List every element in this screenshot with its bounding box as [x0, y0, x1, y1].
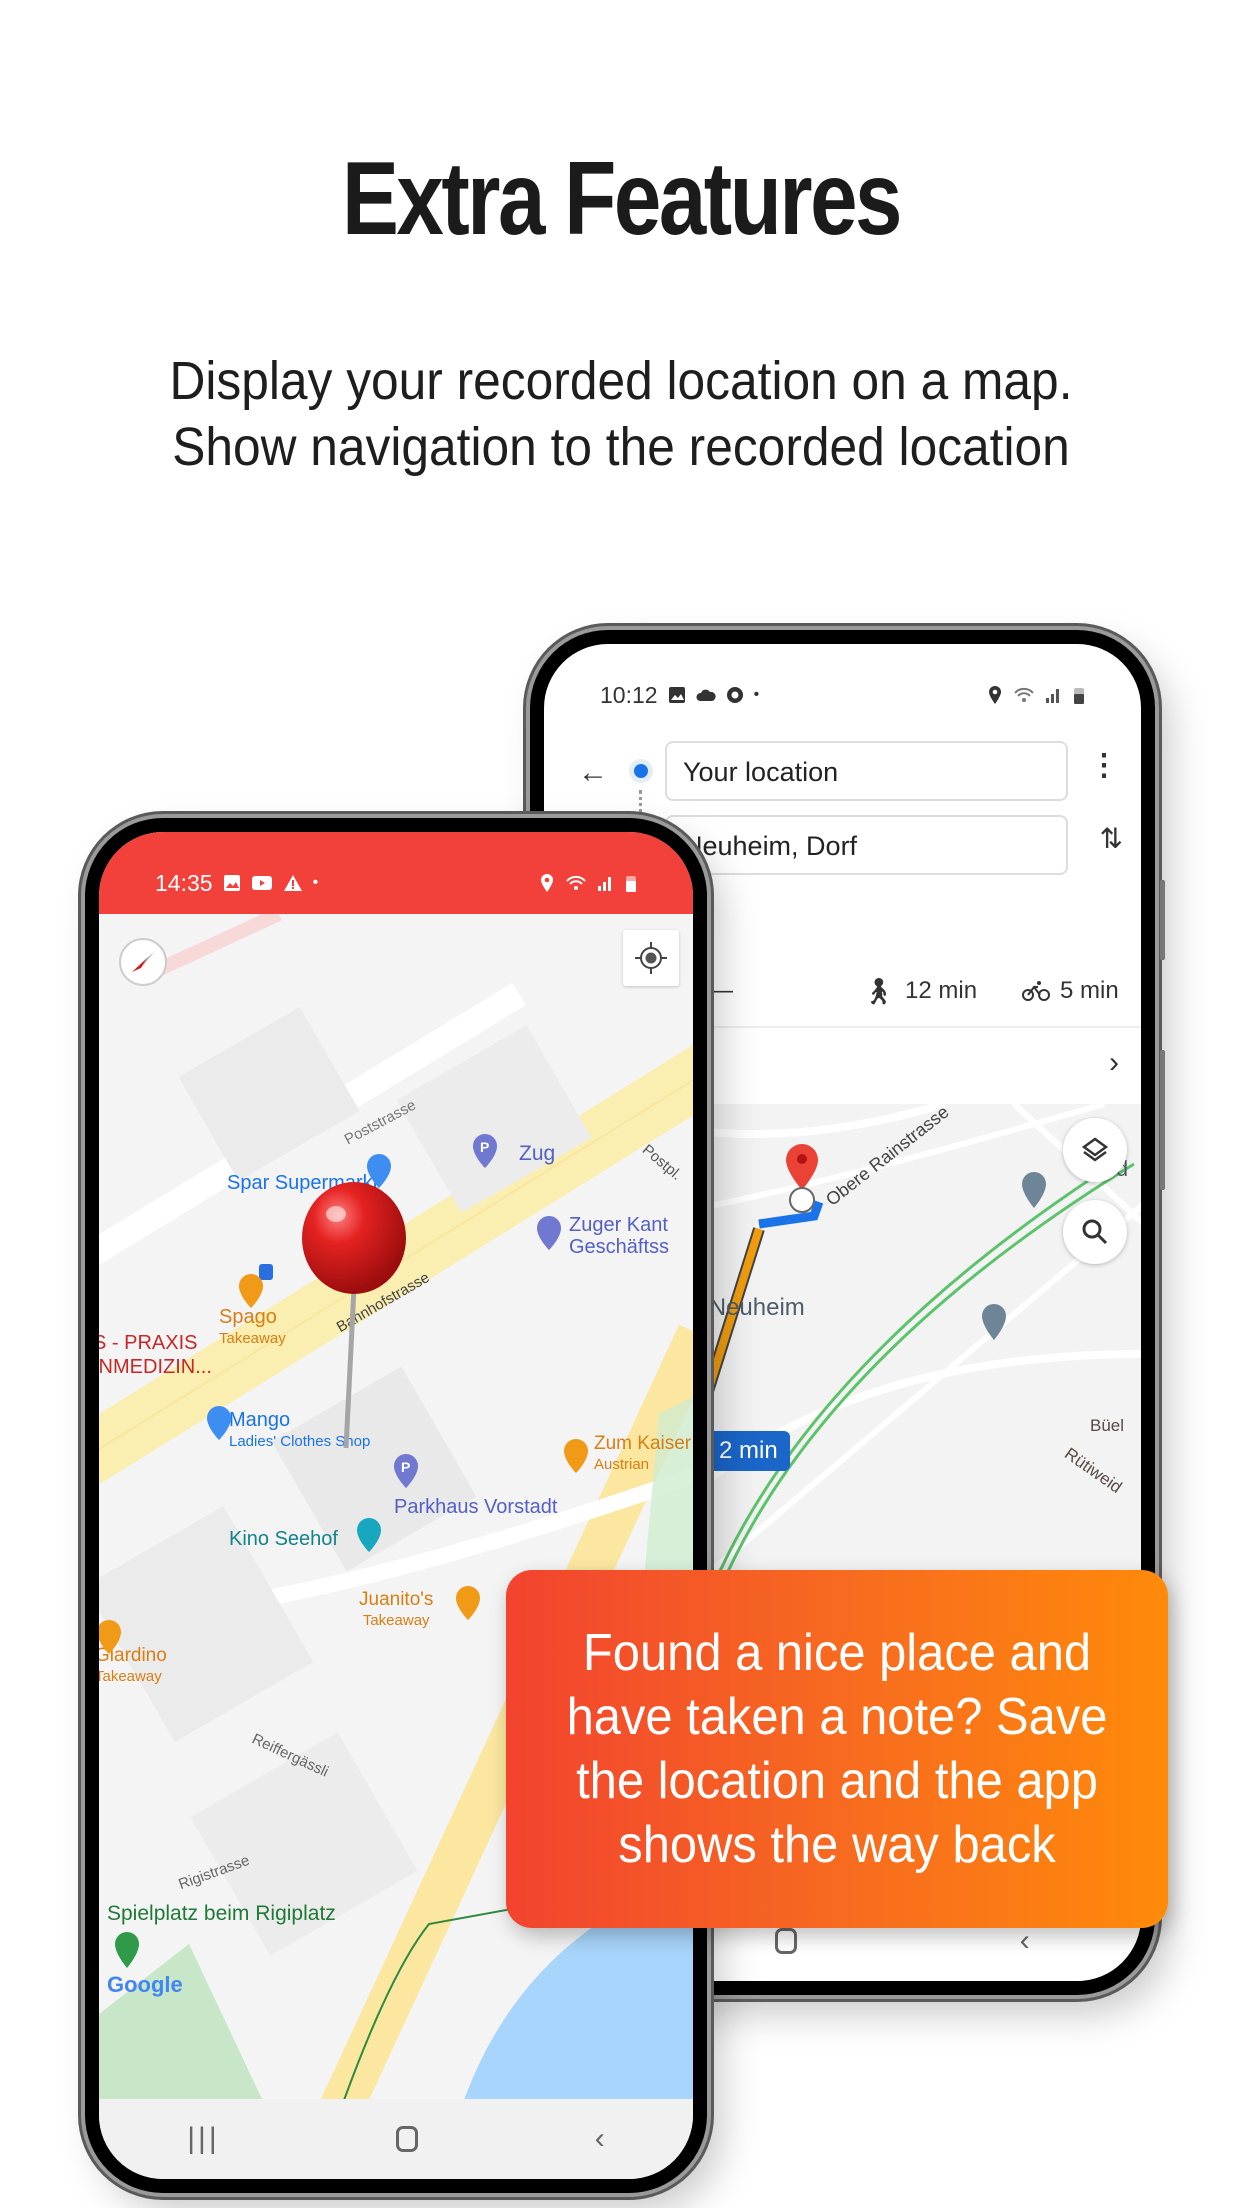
layers-button[interactable]	[1063, 1118, 1127, 1182]
mode-transit-label: —	[709, 977, 733, 1004]
poi-label-juanitos-name: Juanito's	[359, 1589, 434, 1610]
youtube-icon	[251, 876, 272, 890]
poi-label-juanitos-sub: Takeaway	[362, 1612, 430, 1629]
crosshair-icon	[635, 942, 667, 974]
image-icon	[668, 687, 685, 703]
swap-icon[interactable]: ⇅	[1100, 822, 1123, 855]
status-time: 10:12	[600, 681, 658, 708]
location-icon	[541, 874, 553, 892]
poi-label-praxis-line-1: S - PRAXIS	[99, 1332, 198, 1354]
my-location-button[interactable]	[623, 930, 679, 986]
battery-icon	[1074, 688, 1084, 704]
saved-location-pushpin-icon[interactable]	[294, 1178, 414, 1458]
callout-text: Found a nice place and have taken a note…	[566, 1624, 1108, 1874]
poi-label-giardino-sub: Takeaway	[99, 1668, 162, 1685]
back-arrow-icon[interactable]: ←	[578, 756, 608, 790]
poi-label-giardino: Giardino Takeaway	[99, 1646, 167, 1687]
status-bar: 14:35 •	[99, 832, 693, 914]
volume-button	[1160, 880, 1165, 960]
phone-mockup-map: 14:35 • Poststrasse Postpl. Bahnhofstras…	[85, 818, 707, 2193]
route-connector	[639, 790, 643, 820]
wifi-icon	[1014, 687, 1034, 702]
image-icon	[223, 875, 240, 891]
poi-label-spago-sub: Takeaway	[219, 1330, 286, 1347]
back-icon[interactable]: ‹	[1020, 1924, 1030, 1958]
poi-label-zum-kaiser: Zum Kaiser Austrian	[594, 1434, 691, 1475]
recents-icon[interactable]: |||	[187, 2122, 219, 2156]
status-bar: 10:12 •	[544, 644, 1141, 726]
poi-label-juanitos: Juanito's Takeaway	[359, 1590, 433, 1631]
location-icon	[989, 686, 1001, 704]
route-time-bubble: 2 min	[707, 1431, 790, 1471]
poi-label-praxis-line-2: INMEDIZIN...	[99, 1356, 212, 1378]
poi-label-giardino-name: Giardino	[99, 1645, 167, 1666]
poi-label-mango-name: Mango	[229, 1409, 291, 1431]
compass-button[interactable]	[119, 938, 167, 986]
cloud-icon	[696, 689, 716, 701]
home-icon[interactable]	[775, 1928, 798, 1954]
more-options-icon[interactable]: ⋮	[1089, 748, 1119, 783]
chevron-right-icon: ›	[1109, 1046, 1119, 1079]
warning-icon	[283, 875, 302, 891]
mode-bike-label: 5 min	[1060, 977, 1119, 1004]
compass-icon	[132, 952, 154, 972]
google-logo: Google	[107, 1972, 183, 1997]
origin-dot-icon	[634, 764, 648, 778]
poi-label-zum-kaiser-name: Zum Kaiser	[594, 1433, 692, 1454]
feature-callout: Found a nice place and have taken a note…	[506, 1570, 1168, 1928]
back-icon[interactable]: ‹	[595, 2122, 605, 2156]
battery-icon	[626, 876, 636, 892]
poi-label-zuger-kant: Zuger Kant Geschäftss	[569, 1214, 669, 1258]
dot-icon: •	[312, 874, 319, 891]
poi-label-zug: Zug	[519, 1142, 556, 1165]
origin-input[interactable]: Your location	[665, 741, 1068, 801]
poi-label-spago: Spago Takeaway	[219, 1307, 286, 1349]
poi-label-parkhaus: Parkhaus Vorstadt	[394, 1496, 558, 1518]
poi-label-zum-kaiser-sub: Austrian	[594, 1456, 650, 1473]
power-button	[1160, 1050, 1165, 1190]
system-nav-bar: ||| ‹	[99, 2099, 693, 2179]
walk-icon: 🚶︎	[862, 975, 896, 1006]
home-icon[interactable]	[396, 2126, 419, 2152]
dot-icon: •	[753, 686, 760, 703]
status-time: 14:35	[155, 869, 213, 896]
poi-label-kino-seehof: Kino Seehof	[229, 1528, 338, 1550]
destination-input[interactable]: Neuheim, Dorf	[665, 815, 1068, 875]
poi-label-zuger-kant-line-1: Zuger Kant	[569, 1214, 668, 1236]
subheadline-line-1: Display your recorded location on a map.	[169, 351, 1073, 411]
mode-walk[interactable]: 🚶︎ 12 min	[862, 976, 977, 1007]
chrome-icon	[726, 687, 743, 703]
app-map-screen: 14:35 • Poststrasse Postpl. Bahnhofstras…	[99, 832, 693, 2179]
poi-label-spielplatz: Spielplatz beim Rigiplatz	[107, 1902, 336, 1925]
wifi-icon	[566, 875, 586, 890]
signal-icon	[1046, 689, 1059, 703]
page-headline: Extra Features	[341, 141, 903, 257]
mode-bike[interactable]: 5 min	[1022, 977, 1119, 1005]
poi-label-spago-name: Spago	[219, 1306, 277, 1328]
poi-label-praxis: S - PRAXIS INMEDIZIN...	[99, 1331, 212, 1379]
mode-walk-label: 12 min	[905, 977, 978, 1004]
bike-icon	[1022, 981, 1050, 1001]
page-subheadline: Display your recorded location on a map.…	[50, 348, 1193, 480]
map-search-button[interactable]	[1063, 1200, 1127, 1264]
subheadline-line-2: Show navigation to the recorded location	[172, 417, 1070, 477]
place-label-buel: Büel	[1090, 1416, 1125, 1435]
signal-icon	[598, 877, 611, 891]
layers-icon	[1081, 1137, 1109, 1162]
poi-label-zuger-kant-line-2: Geschäftss	[569, 1236, 670, 1258]
search-icon	[1082, 1219, 1108, 1245]
